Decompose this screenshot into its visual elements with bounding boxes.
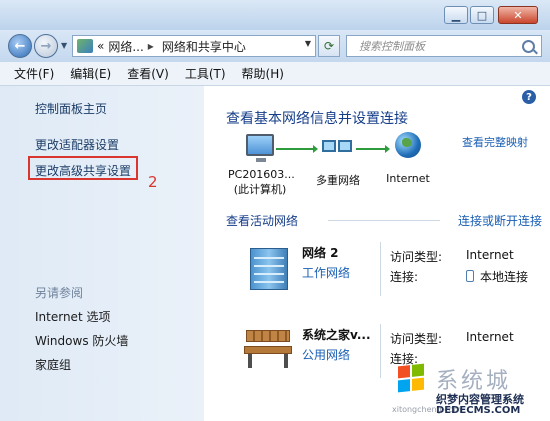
access-type-label: 访问类型:: [390, 250, 443, 264]
back-button[interactable]: ←: [8, 34, 32, 58]
maximize-button[interactable]: □: [470, 6, 494, 24]
address-prefix: «: [97, 39, 105, 53]
access-type-value: Internet: [466, 330, 514, 344]
page-title: 查看基本网络信息并设置连接: [226, 111, 408, 127]
breadcrumb-separator[interactable]: ▸: [148, 39, 154, 53]
multiple-networks-icon: [320, 134, 356, 156]
connection-line-icon: [356, 145, 390, 153]
sidebar-change-adapter-settings[interactable]: 更改适配器设置: [35, 136, 119, 153]
network-name: 网络 2: [302, 246, 339, 260]
network-name: 系统之家v...: [302, 328, 371, 342]
divider: [328, 220, 440, 221]
windows-logo-icon: [398, 363, 424, 393]
network-folder-icon: [77, 39, 93, 53]
network-type-link[interactable]: 公用网络: [302, 346, 350, 363]
minimize-button[interactable]: ▁: [444, 6, 468, 24]
map-this-computer: PC201603... (此计算机): [228, 134, 295, 197]
search-input[interactable]: [357, 38, 511, 54]
search-box[interactable]: [346, 35, 542, 57]
map-multiple-networks: 多重网络: [308, 134, 368, 188]
internet-label: Internet: [386, 172, 430, 185]
menu-tools[interactable]: 工具(T): [185, 65, 226, 82]
sidebar-windows-firewall[interactable]: Windows 防火墙: [35, 332, 128, 349]
public-network-bench-icon[interactable]: [244, 330, 300, 378]
navigation-bar: ← → ▼ « 网络... ▸ 网络和共享中心 ▼ ⟳: [0, 30, 550, 62]
divider: [380, 324, 381, 378]
close-button[interactable]: ✕: [498, 6, 538, 24]
active-network-row: 网络 2 工作网络 访问类型: Internet 连接: 本地连接: [204, 236, 550, 306]
annotation-step-number: 2: [148, 173, 158, 191]
title-bar: ▁ □ ✕: [0, 0, 550, 30]
pc-subtitle: (此计算机): [233, 183, 287, 196]
map-internet[interactable]: Internet: [380, 132, 436, 185]
access-type-label: 访问类型:: [390, 332, 443, 346]
divider: [380, 242, 381, 296]
history-dropdown-icon[interactable]: ▼: [61, 41, 67, 50]
active-networks-heading: 查看活动网络: [226, 214, 299, 228]
help-icon[interactable]: ?: [522, 90, 536, 104]
breadcrumb-network[interactable]: 网络...: [108, 38, 143, 55]
address-dropdown-icon[interactable]: ▼: [305, 39, 311, 48]
address-bar[interactable]: « 网络... ▸ 网络和共享中心 ▼: [72, 35, 316, 57]
search-icon[interactable]: [522, 40, 535, 53]
connection-value[interactable]: 本地连接: [480, 270, 528, 284]
computer-icon: [246, 134, 274, 162]
local-connection-link[interactable]: 本地连接: [466, 268, 528, 285]
network-type-link[interactable]: 工作网络: [302, 264, 350, 281]
menu-help[interactable]: 帮助(H): [242, 65, 284, 82]
menu-file[interactable]: 文件(F): [14, 65, 54, 82]
forward-button[interactable]: →: [34, 34, 58, 58]
refresh-button[interactable]: ⟳: [318, 35, 340, 57]
menu-view[interactable]: 查看(V): [127, 65, 169, 82]
watermark: 系统城 织梦内容管理系统 DEDECMS.COM xitongcheng.com: [390, 361, 550, 421]
see-full-map-link[interactable]: 查看完整映射: [462, 134, 528, 150]
pc-name: PC201603...: [228, 168, 295, 181]
menu-bar: 文件(F) 编辑(E) 查看(V) 工具(T) 帮助(H): [0, 62, 550, 86]
access-type-value: Internet: [466, 248, 514, 262]
watermark-small-url: xitongcheng.com: [392, 405, 462, 414]
see-also-heading: 另请参阅: [35, 286, 84, 300]
connect-or-disconnect-link[interactable]: 连接或断开连接: [458, 212, 542, 229]
sidebar: 控制面板主页 更改适配器设置 更改高级共享设置 另请参阅 Internet 选项…: [0, 86, 204, 421]
plug-icon: [466, 270, 474, 282]
sidebar-internet-options[interactable]: Internet 选项: [35, 308, 110, 325]
sidebar-control-panel-home[interactable]: 控制面板主页: [35, 100, 107, 117]
breadcrumb-sharing-center[interactable]: 网络和共享中心: [162, 38, 246, 55]
menu-edit[interactable]: 编辑(E): [70, 65, 111, 82]
sidebar-homegroup[interactable]: 家庭组: [35, 356, 71, 373]
work-network-icon[interactable]: [244, 244, 300, 292]
connection-line-icon: [276, 145, 318, 153]
multi-network-label: 多重网络: [316, 174, 360, 187]
annotation-highlight-box: [28, 156, 138, 180]
globe-icon: [395, 132, 421, 158]
connection-label: 连接:: [390, 270, 419, 284]
